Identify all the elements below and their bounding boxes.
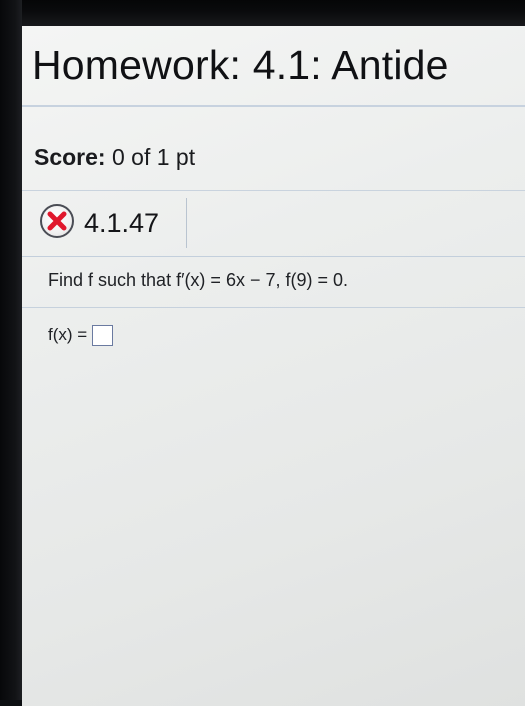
photo-frame: Homework: 4.1: Antide Score: 0 of 1 pt 4… xyxy=(0,0,525,706)
incorrect-x-icon xyxy=(40,204,74,238)
question-number: 4.1.47 xyxy=(84,208,160,238)
score-value: 0 of 1 pt xyxy=(111,144,196,170)
score-line: Score: 0 of 1 pt xyxy=(34,144,195,171)
question-header: 4.1.47 xyxy=(34,198,187,248)
question-divider xyxy=(22,256,525,257)
prompt-divider xyxy=(22,307,525,308)
answer-input[interactable] xyxy=(92,324,114,346)
answer-label: f(x) = xyxy=(48,325,88,344)
homework-screen: Homework: 4.1: Antide Score: 0 of 1 pt 4… xyxy=(22,26,525,706)
title-divider xyxy=(22,105,525,107)
answer-row: f(x) = xyxy=(48,323,114,347)
page-title: Homework: 4.1: Antide xyxy=(32,42,449,88)
score-label: Score: xyxy=(34,144,106,170)
score-divider xyxy=(22,190,525,191)
monitor-bezel xyxy=(0,0,22,700)
question-prompt: Find f such that f′(x) = 6x − 7, f(9) = … xyxy=(48,270,349,290)
